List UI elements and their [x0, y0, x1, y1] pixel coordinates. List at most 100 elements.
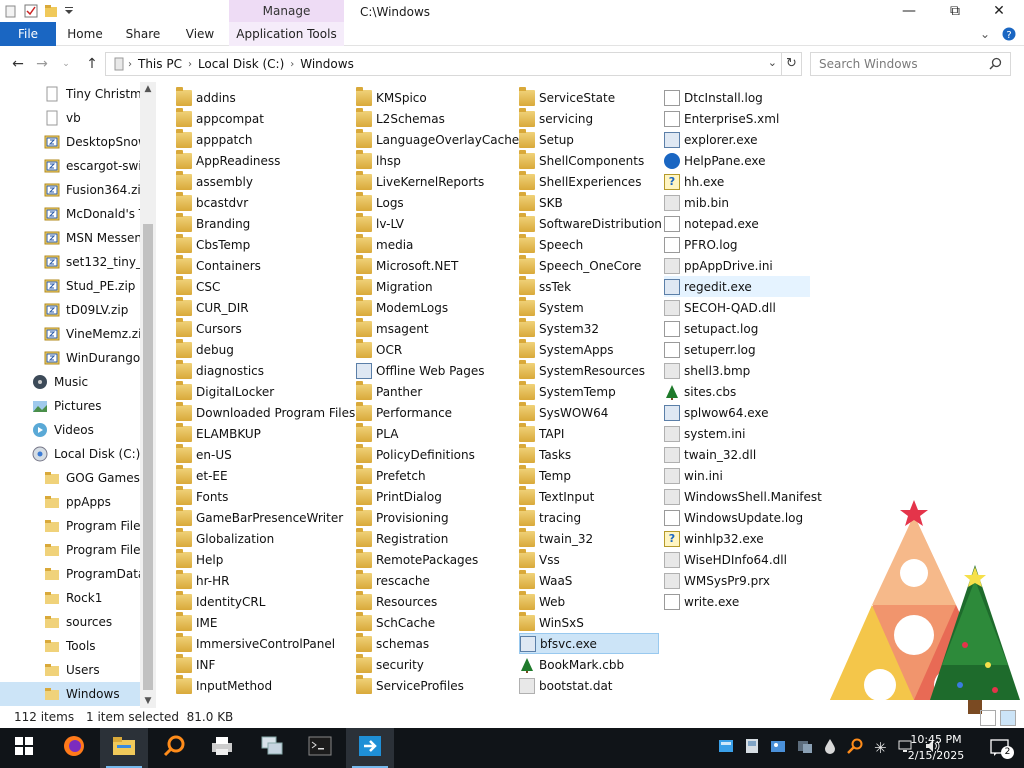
address-bar[interactable]: › This PC › Local Disk (C:) › Windows ⌄ … — [105, 52, 802, 76]
folder-item[interactable]: SysWOW64 — [519, 401, 608, 423]
file-item[interactable]: Offline Web Pages — [356, 360, 484, 381]
search-icon[interactable] — [989, 57, 1002, 73]
tray-droplet-icon[interactable] — [824, 738, 836, 758]
tab-file[interactable]: File — [0, 22, 56, 46]
sidebar-item-desktopsnowc[interactable]: DesktopSnowC — [0, 130, 140, 154]
file-item[interactable]: WiseHDInfo64.dll — [664, 549, 787, 570]
folder-item[interactable]: twain_32 — [519, 527, 593, 549]
folder-item[interactable]: DigitalLocker — [176, 380, 274, 402]
folder-item[interactable]: Migration — [356, 275, 433, 297]
folder-item[interactable]: PolicyDefinitions — [356, 443, 475, 465]
folder-item[interactable]: OCR — [356, 338, 402, 360]
folder-item[interactable]: debug — [176, 338, 234, 360]
folder-item[interactable]: Containers — [176, 254, 261, 276]
file-item[interactable]: splwow64.exe — [664, 402, 769, 423]
file-item[interactable]: shell3.bmp — [664, 360, 750, 381]
folder-item[interactable]: Performance — [356, 401, 452, 423]
sidebar-item-ppapps[interactable]: ppApps — [0, 490, 140, 514]
folder-item[interactable]: Speech_OneCore — [519, 254, 641, 276]
folder-item[interactable]: L2Schemas — [356, 107, 445, 129]
folder-item[interactable]: TAPI — [519, 422, 564, 444]
forward-button[interactable]: → — [32, 54, 52, 74]
sidebar-item-vb[interactable]: vb — [0, 106, 140, 130]
file-item[interactable]: ? hh.exe — [664, 171, 724, 192]
file-item[interactable]: PFRO.log — [664, 234, 738, 255]
folder-item[interactable]: Globalization — [176, 527, 274, 549]
folder-item[interactable]: Speech — [519, 233, 583, 255]
sidebar-item-vinememz-zip[interactable]: VineMemz.zip — [0, 322, 140, 346]
file-item[interactable]: ppAppDrive.ini — [664, 255, 773, 276]
folder-item[interactable]: assembly — [176, 170, 253, 192]
sidebar-item-stud-pe-zip[interactable]: Stud_PE.zip — [0, 274, 140, 298]
file-item[interactable]: HelpPane.exe — [664, 150, 766, 171]
file-item[interactable]: bootstat.dat — [519, 675, 613, 696]
folder-item[interactable]: Panther — [356, 380, 422, 402]
folder-item[interactable]: INF — [176, 653, 215, 675]
folder-item[interactable]: SoftwareDistribution — [519, 212, 662, 234]
folder-item[interactable]: ServiceProfiles — [356, 674, 464, 696]
folder-item[interactable]: msagent — [356, 317, 429, 339]
folder-item[interactable]: diagnostics — [176, 359, 264, 381]
folder-item[interactable]: Tasks — [519, 443, 571, 465]
sidebar-item-local-disk-c[interactable]: Local Disk (C:) — [0, 442, 140, 466]
sidebar-item-pictures[interactable]: Pictures — [0, 394, 140, 418]
navpane-scrollbar[interactable]: ▲ ▼ — [140, 82, 156, 708]
customize-qat-icon[interactable] — [64, 4, 78, 18]
folder-item[interactable]: SystemResources — [519, 359, 645, 381]
tray-app-3-icon[interactable] — [770, 738, 786, 758]
taskbar-firefox[interactable] — [50, 728, 98, 768]
folder-item[interactable]: Setup — [519, 128, 574, 150]
sidebar-item-fusion364-zip[interactable]: Fusion364.zip — [0, 178, 140, 202]
folder-item[interactable]: RemotePackages — [356, 548, 478, 570]
sidebar-item-rock1[interactable]: Rock1 — [0, 586, 140, 610]
folder-item[interactable]: en-US — [176, 443, 232, 465]
search-box[interactable] — [810, 52, 1011, 76]
folder-item[interactable]: et-EE — [176, 464, 228, 486]
folder-item[interactable]: schemas — [356, 632, 429, 654]
folder-item[interactable]: bcastdvr — [176, 191, 248, 213]
folder-item[interactable]: ShellComponents — [519, 149, 644, 171]
folder-item[interactable]: System32 — [519, 317, 599, 339]
action-center-button[interactable]: 2 — [976, 728, 1024, 768]
search-input[interactable] — [811, 53, 981, 75]
file-item[interactable]: DtcInstall.log — [664, 87, 763, 108]
folder-item[interactable]: servicing — [519, 107, 593, 129]
file-item[interactable]: WindowsUpdate.log — [664, 507, 803, 528]
file-item[interactable]: mib.bin — [664, 192, 729, 213]
sidebar-item-tiny-christmas[interactable]: Tiny Christmas — [0, 82, 140, 106]
expand-ribbon-icon[interactable]: ⌄ — [980, 22, 996, 46]
tray-app-2-icon[interactable] — [745, 738, 759, 758]
folder-item[interactable]: appcompat — [176, 107, 264, 129]
folder-item[interactable]: Registration — [356, 527, 448, 549]
sidebar-item-msn-messeng[interactable]: MSN Messeng — [0, 226, 140, 250]
folder-item[interactable]: CSC — [176, 275, 220, 297]
folder-item[interactable]: ELAMBKUP — [176, 422, 261, 444]
sidebar-item-td09lv-zip[interactable]: tD09LV.zip — [0, 298, 140, 322]
refresh-icon[interactable]: ↻ — [781, 53, 801, 75]
folder-item[interactable]: ModemLogs — [356, 296, 448, 318]
folder-item[interactable]: LanguageOverlayCache — [356, 128, 519, 150]
folder-item[interactable]: Fonts — [176, 485, 228, 507]
folder-item[interactable]: rescache — [356, 569, 430, 591]
folder-item[interactable]: lhsp — [356, 149, 401, 171]
sidebar-item-music[interactable]: Music — [0, 370, 140, 394]
folder-item[interactable]: Logs — [356, 191, 404, 213]
sidebar-item-windurango-d[interactable]: WinDurango-D — [0, 346, 140, 370]
folder-item[interactable]: PLA — [356, 422, 398, 444]
scroll-down-icon[interactable]: ▼ — [140, 694, 156, 708]
address-dropdown-icon[interactable]: ⌄ — [768, 56, 777, 69]
folder-item[interactable]: ServiceState — [519, 86, 615, 108]
folder-item[interactable]: SystemApps — [519, 338, 613, 360]
file-item[interactable]: WMSysPr9.prx — [664, 570, 770, 591]
folder-item[interactable]: Prefetch — [356, 464, 426, 486]
tray-app-1-icon[interactable] — [718, 738, 734, 758]
file-item[interactable]: ? winhlp32.exe — [664, 528, 764, 549]
large-icons-view-icon[interactable] — [1000, 710, 1016, 726]
folder-item[interactable]: CbsTemp — [176, 233, 250, 255]
recent-locations-button[interactable]: ⌄ — [56, 54, 76, 74]
sidebar-item-tools[interactable]: Tools — [0, 634, 140, 658]
file-item[interactable]: regedit.exe — [664, 276, 810, 297]
folder-item[interactable]: ssTek — [519, 275, 571, 297]
sidebar-item-mcdonald-s-tr[interactable]: McDonald's Tr — [0, 202, 140, 226]
details-view-icon[interactable] — [980, 710, 996, 726]
